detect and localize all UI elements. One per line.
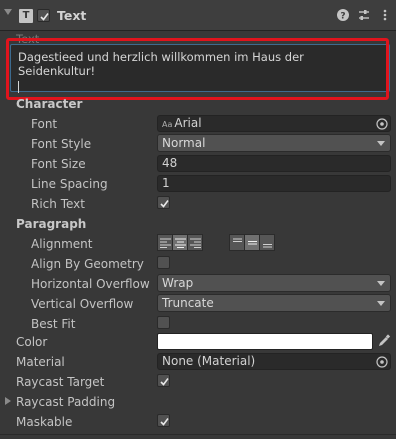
chevron-right-icon[interactable] — [5, 397, 11, 405]
best-fit-label: Best Fit — [31, 317, 76, 331]
font-label: Font — [31, 117, 58, 131]
text-input-value: Dagestieed und herzlich willkommen im Ha… — [18, 50, 304, 78]
vertical-alignment-group — [229, 234, 275, 251]
chevron-down-icon — [377, 141, 385, 146]
align-right-button[interactable] — [187, 234, 203, 251]
maskable-checkbox[interactable] — [157, 414, 170, 427]
raycast-padding-label[interactable]: Raycast Padding — [16, 395, 115, 409]
material-object-field[interactable]: None (Material) — [157, 353, 391, 370]
horizontal-overflow-label: Horizontal Overflow — [31, 277, 150, 291]
horizontal-alignment-group — [157, 234, 203, 251]
rich-text-label: Rich Text — [31, 197, 85, 211]
font-object-field[interactable]: Aa Arial — [157, 115, 391, 132]
object-picker-icon[interactable] — [375, 355, 389, 369]
align-middle-button[interactable] — [244, 234, 260, 251]
align-top-button[interactable] — [229, 234, 245, 251]
rich-text-checkbox[interactable] — [157, 196, 170, 209]
component-enabled-checkbox[interactable] — [37, 9, 50, 22]
material-value: None (Material) — [162, 354, 256, 368]
component-header: T Text ? — [0, 0, 396, 31]
align-middle-icon — [248, 241, 257, 245]
font-style-value: Normal — [162, 136, 206, 150]
text-input-area[interactable]: Dagestieed und herzlich willkommen im Ha… — [10, 44, 390, 93]
font-value: Arial — [174, 116, 202, 130]
align-bottom-button[interactable] — [259, 234, 275, 251]
align-center-button[interactable] — [172, 234, 188, 251]
vertical-overflow-dropdown[interactable]: Truncate — [157, 294, 391, 312]
vertical-overflow-value: Truncate — [162, 296, 214, 310]
component-title: Text — [57, 8, 87, 23]
align-bottom-icon — [263, 244, 272, 248]
help-icon[interactable]: ? — [336, 8, 350, 22]
align-by-geometry-checkbox[interactable] — [157, 256, 170, 269]
horizontal-overflow-dropdown[interactable]: Wrap — [157, 274, 391, 292]
object-picker-icon[interactable] — [375, 117, 389, 131]
line-spacing-label: Line Spacing — [31, 177, 108, 191]
kebab-menu-icon[interactable] — [378, 8, 392, 22]
color-label: Color — [16, 335, 48, 349]
font-style-dropdown[interactable]: Normal — [157, 134, 391, 152]
best-fit-checkbox[interactable] — [157, 316, 170, 329]
align-left-icon — [160, 238, 171, 248]
presets-icon[interactable] — [357, 8, 371, 22]
section-paragraph: Paragraph — [16, 217, 87, 231]
line-spacing-input[interactable]: 1 — [157, 175, 391, 192]
align-top-icon — [233, 238, 242, 242]
align-by-geometry-label: Align By Geometry — [31, 257, 144, 271]
font-style-label: Font Style — [31, 137, 92, 151]
raycast-target-label: Raycast Target — [16, 375, 105, 389]
line-spacing-value: 1 — [162, 176, 170, 190]
alignment-label: Alignment — [31, 237, 93, 251]
align-right-icon — [190, 238, 201, 248]
material-label: Material — [16, 355, 65, 369]
vertical-overflow-label: Vertical Overflow — [31, 297, 134, 311]
eyedropper-icon[interactable] — [377, 334, 391, 348]
align-left-button[interactable] — [157, 234, 173, 251]
font-asset-icon: Aa — [162, 120, 173, 129]
chevron-down-icon[interactable] — [4, 9, 12, 15]
horizontal-overflow-value: Wrap — [162, 276, 194, 290]
section-character: Character — [16, 97, 83, 111]
chevron-down-icon — [377, 301, 385, 306]
font-size-input[interactable]: 48 — [157, 155, 391, 172]
maskable-label: Maskable — [16, 415, 73, 429]
align-center-icon — [175, 238, 186, 248]
text-caret — [18, 81, 19, 93]
font-size-value: 48 — [162, 156, 178, 170]
raycast-target-checkbox[interactable] — [157, 374, 170, 387]
font-size-label: Font Size — [31, 157, 86, 171]
divider — [0, 434, 396, 435]
text-component-icon: T — [19, 9, 33, 23]
color-swatch-field[interactable] — [157, 333, 373, 350]
chevron-down-icon — [377, 281, 385, 286]
svg-text:?: ? — [340, 12, 345, 22]
